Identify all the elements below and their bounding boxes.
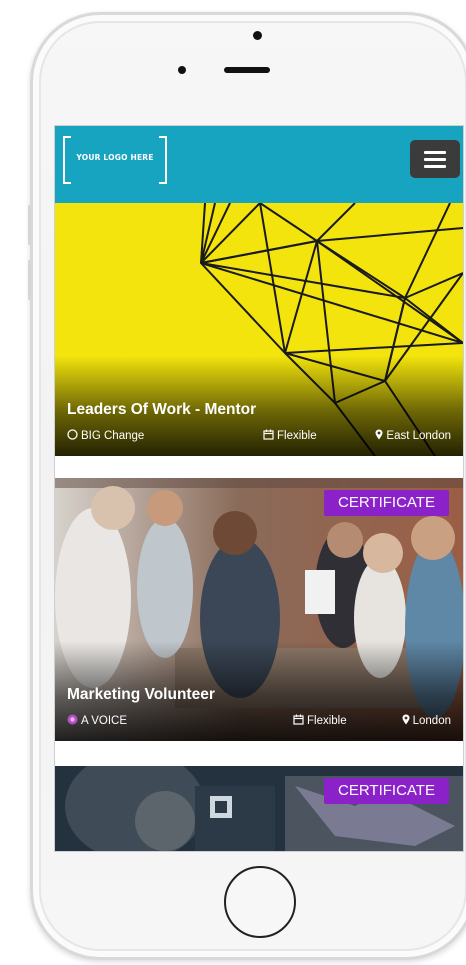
opportunity-title: Marketing Volunteer xyxy=(67,686,215,703)
phone-screen: YOUR LOGO HERE Leaders Of Work - Mentor … xyxy=(54,125,464,852)
organisation: A VOICE xyxy=(67,714,127,727)
circle-outline-icon xyxy=(67,429,78,440)
logo-text: YOUR LOGO HERE xyxy=(76,153,154,162)
map-pin-icon xyxy=(402,714,410,725)
organisation: BIG Change xyxy=(67,429,144,442)
camera-icon xyxy=(253,31,262,40)
location-text: London xyxy=(412,715,451,727)
logo-bracket-right xyxy=(159,136,167,184)
map-pin-icon xyxy=(375,429,383,440)
opportunity-card[interactable]: Leaders Of Work - Mentor BIG Change Flex… xyxy=(55,203,463,456)
certificate-badge: CERTIFICATE xyxy=(324,490,449,516)
time-commitment: Flexible xyxy=(293,714,347,727)
location-text: East London xyxy=(386,430,451,442)
phone-side-button xyxy=(28,260,31,300)
organisation-name: A VOICE xyxy=(81,715,128,727)
phone-side-button xyxy=(28,205,31,245)
purple-circle-logo-icon xyxy=(67,714,78,725)
location: East London xyxy=(375,429,451,442)
front-sensor xyxy=(178,66,186,74)
opportunity-title: Leaders Of Work - Mentor xyxy=(67,401,257,418)
time-commitment: Flexible xyxy=(263,429,317,442)
time-commitment-text: Flexible xyxy=(307,715,347,727)
calendar-icon xyxy=(293,714,304,725)
organisation-name: BIG Change xyxy=(81,430,145,442)
opportunity-card[interactable]: CERTIFICATE xyxy=(55,766,463,851)
opportunity-card[interactable]: CERTIFICATE Marketing Volunteer A VOICE … xyxy=(55,478,463,741)
home-button[interactable] xyxy=(224,866,296,938)
location: London xyxy=(402,714,451,727)
app-header: YOUR LOGO HERE xyxy=(55,126,463,203)
logo-bracket-left xyxy=(63,136,71,184)
certificate-badge: CERTIFICATE xyxy=(324,778,449,804)
calendar-icon xyxy=(263,429,274,440)
menu-button[interactable] xyxy=(410,140,460,178)
earpiece-speaker xyxy=(224,67,270,73)
logo[interactable]: YOUR LOGO HERE xyxy=(63,136,167,186)
time-commitment-text: Flexible xyxy=(277,430,317,442)
